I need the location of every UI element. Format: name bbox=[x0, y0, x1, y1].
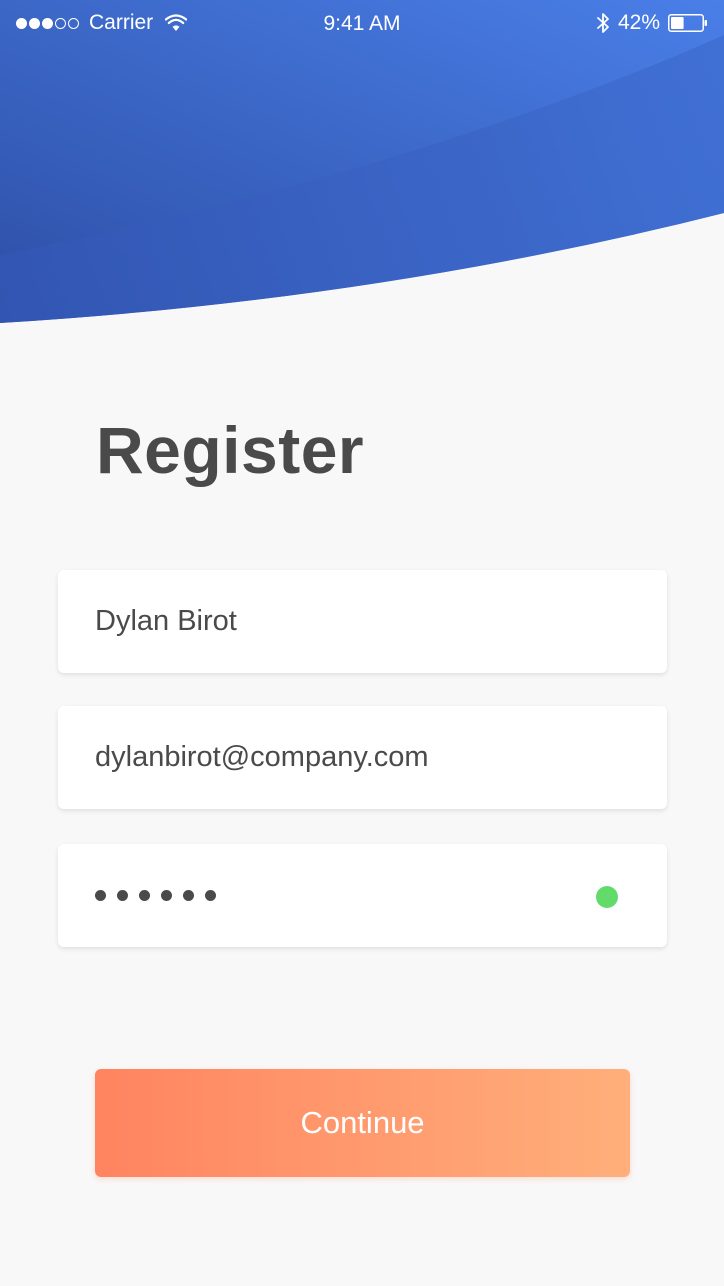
password-dot bbox=[205, 890, 216, 901]
password-dot bbox=[95, 890, 106, 901]
email-value: dylanbirot@company.com bbox=[95, 741, 429, 773]
password-mask bbox=[95, 844, 216, 947]
register-screen: Carrier 9:41 AM 42% Register Dylan Birot… bbox=[0, 0, 724, 1286]
name-value: Dylan Birot bbox=[95, 605, 237, 637]
page-title: Register bbox=[96, 413, 365, 487]
battery-percent: 42% bbox=[617, 11, 660, 34]
password-valid-indicator bbox=[596, 886, 618, 908]
password-dot bbox=[161, 890, 172, 901]
bluetooth-icon bbox=[597, 13, 609, 33]
battery-icon bbox=[668, 14, 707, 32]
password-field[interactable] bbox=[58, 844, 667, 947]
status-bar-right: 42% bbox=[596, 11, 708, 35]
name-field[interactable]: Dylan Birot bbox=[58, 570, 667, 673]
password-dot bbox=[117, 890, 128, 901]
password-dot bbox=[139, 890, 150, 901]
password-dot bbox=[183, 890, 194, 901]
status-bar: Carrier 9:41 AM 42% bbox=[0, 0, 724, 48]
header-wave bbox=[0, 0, 724, 323]
continue-button[interactable]: Continue bbox=[95, 1069, 630, 1177]
email-field[interactable]: dylanbirot@company.com bbox=[58, 706, 667, 809]
